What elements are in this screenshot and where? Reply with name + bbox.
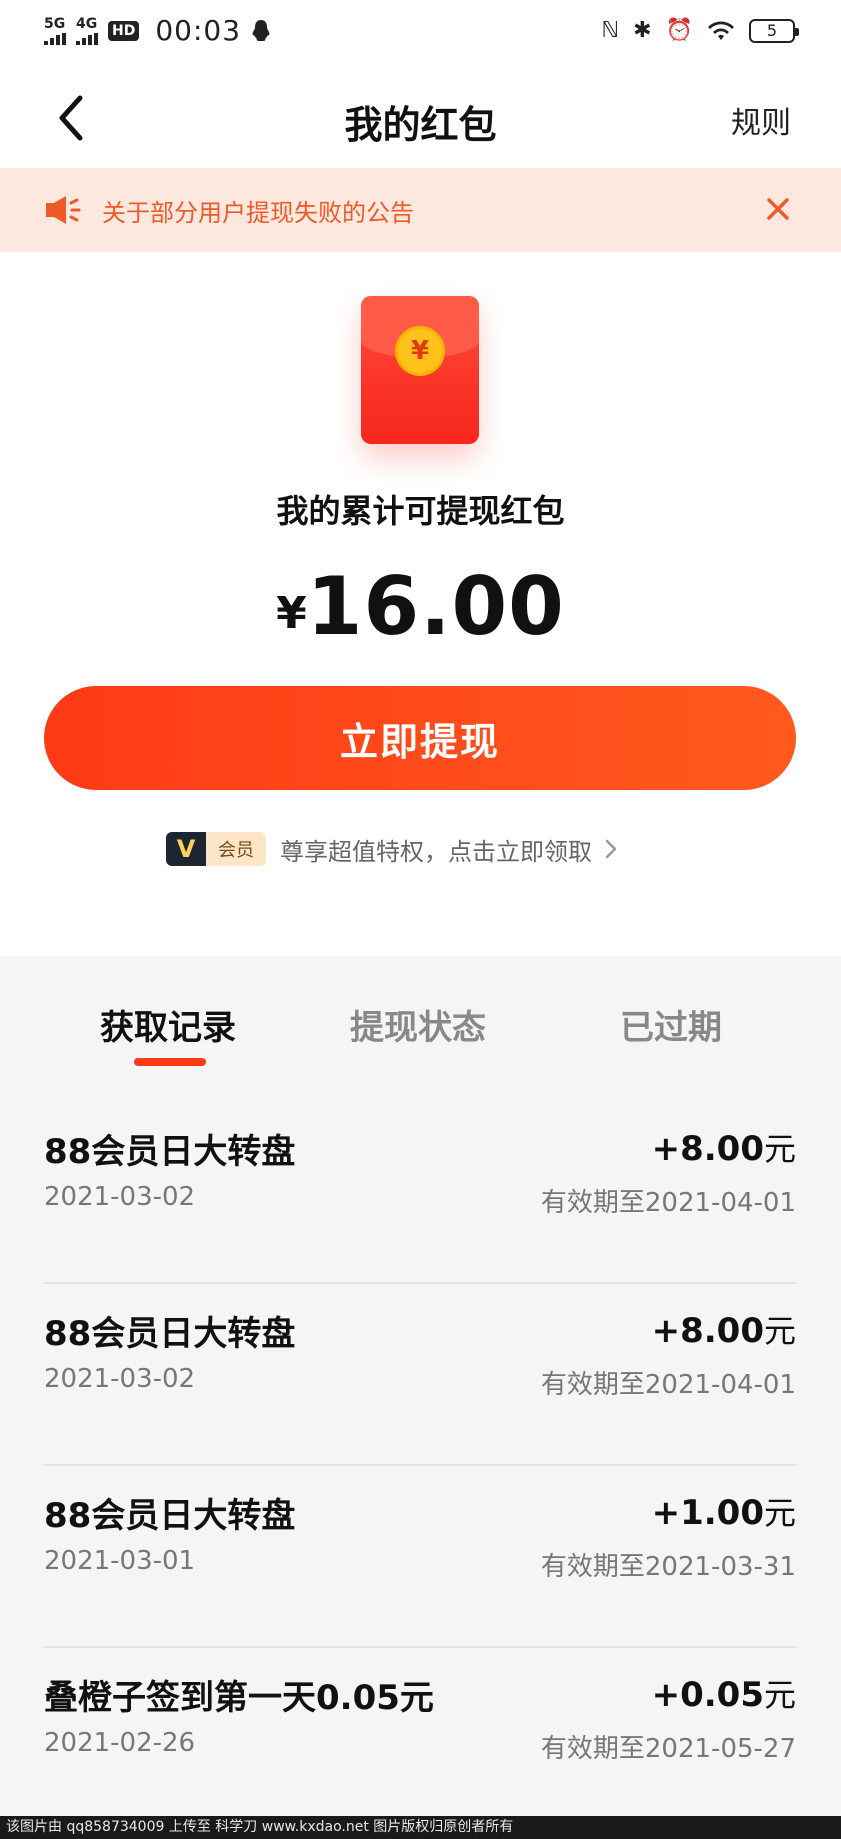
- coin-icon: ¥: [395, 326, 445, 376]
- record-expiry: 有效期至2021-03-31: [540, 1552, 796, 1582]
- record-row[interactable]: 88会员日大转盘 2021-03-01 +1.00元 有效期至2021-03-3…: [44, 1466, 796, 1648]
- record-amount: +0.05元: [651, 1675, 796, 1715]
- withdraw-button[interactable]: 立即提现: [44, 686, 796, 790]
- record-title: 88会员日大转盘: [44, 1496, 296, 1536]
- vip-promo-text: 尊享超值特权，点击立即领取: [280, 837, 592, 866]
- record-date: 2021-03-02: [44, 1364, 196, 1394]
- record-expiry: 有效期至2021-04-01: [540, 1370, 796, 1400]
- records-section: 获取记录 提现状态 已过期 88会员日大转盘 2021-03-02 +8.00元…: [0, 956, 841, 1839]
- bluetooth-icon: ✱: [633, 18, 652, 43]
- record-row[interactable]: 88会员日大转盘 2021-03-02 +8.00元 有效期至2021-04-0…: [44, 1102, 796, 1284]
- tab-expired[interactable]: 已过期: [620, 1000, 722, 1049]
- balance-value: 16.00: [306, 560, 565, 653]
- vip-logo-icon: V: [166, 832, 206, 866]
- record-row[interactable]: 叠橙子签到第一天0.05元 2021-02-26 +0.05元 有效期至2021…: [44, 1648, 796, 1830]
- signal-5g-icon: 5G: [44, 17, 66, 45]
- rules-link[interactable]: 规则: [731, 98, 791, 142]
- record-title: 88会员日大转盘: [44, 1314, 296, 1354]
- announcement-text: 关于部分用户提现失败的公告: [102, 198, 414, 227]
- record-amount: +8.00元: [651, 1129, 796, 1169]
- wifi-icon: [708, 20, 734, 40]
- status-bar-left: 5G 4G HD 00:03: [44, 14, 271, 47]
- watermark-text: 该图片由 qq858734009 上传至 科学刀 www.kxdao.net 图…: [0, 1816, 841, 1839]
- chevron-right-icon: [605, 839, 617, 859]
- vip-tag: 会员: [206, 832, 266, 866]
- record-title: 叠橙子签到第一天0.05元: [44, 1678, 434, 1718]
- record-amount: +1.00元: [651, 1493, 796, 1533]
- withdrawable-label: 我的累计可提现红包: [276, 492, 565, 530]
- nfc-icon: ℕ: [601, 18, 620, 43]
- speaker-icon: [46, 196, 81, 224]
- red-envelope-icon: ¥: [361, 296, 479, 444]
- status-bar-right: ℕ ✱ ⏰ 5: [601, 18, 799, 43]
- hd-badge: HD: [108, 20, 140, 41]
- announcement-banner[interactable]: 关于部分用户提现失败的公告: [0, 168, 841, 252]
- balance-amount: ¥16.00: [0, 560, 841, 653]
- record-tabs: 获取记录 提现状态 已过期: [0, 1000, 841, 1080]
- currency-symbol: ¥: [276, 588, 307, 639]
- record-expiry: 有效期至2021-04-01: [540, 1188, 796, 1218]
- record-row[interactable]: 88会员日大转盘 2021-03-02 +8.00元 有效期至2021-04-0…: [44, 1284, 796, 1466]
- tab-withdraw-status[interactable]: 提现状态: [350, 1000, 486, 1049]
- nav-bar: 我的红包 规则: [0, 66, 841, 170]
- vip-promo-link[interactable]: V 会员 尊享超值特权，点击立即领取: [166, 832, 622, 866]
- record-amount: +8.00元: [651, 1311, 796, 1351]
- tab-acquired-records[interactable]: 获取记录: [100, 1000, 236, 1049]
- record-expiry: 有效期至2021-05-27: [540, 1734, 796, 1764]
- page-title: 我的红包: [344, 103, 497, 147]
- battery-icon: 5: [749, 18, 799, 43]
- alarm-icon: ⏰: [665, 18, 693, 43]
- record-title: 88会员日大转盘: [44, 1132, 296, 1172]
- record-date: 2021-03-02: [44, 1182, 196, 1212]
- record-date: 2021-02-26: [44, 1728, 196, 1758]
- status-bar: 5G 4G HD 00:03 ℕ ✱ ⏰ 5: [0, 0, 841, 66]
- status-time: 00:03: [155, 14, 242, 47]
- close-icon[interactable]: [761, 192, 795, 226]
- qq-icon: [252, 19, 270, 41]
- signal-4g-icon: 4G: [76, 17, 98, 45]
- active-tab-indicator: [134, 1058, 206, 1066]
- record-date: 2021-03-01: [44, 1546, 196, 1576]
